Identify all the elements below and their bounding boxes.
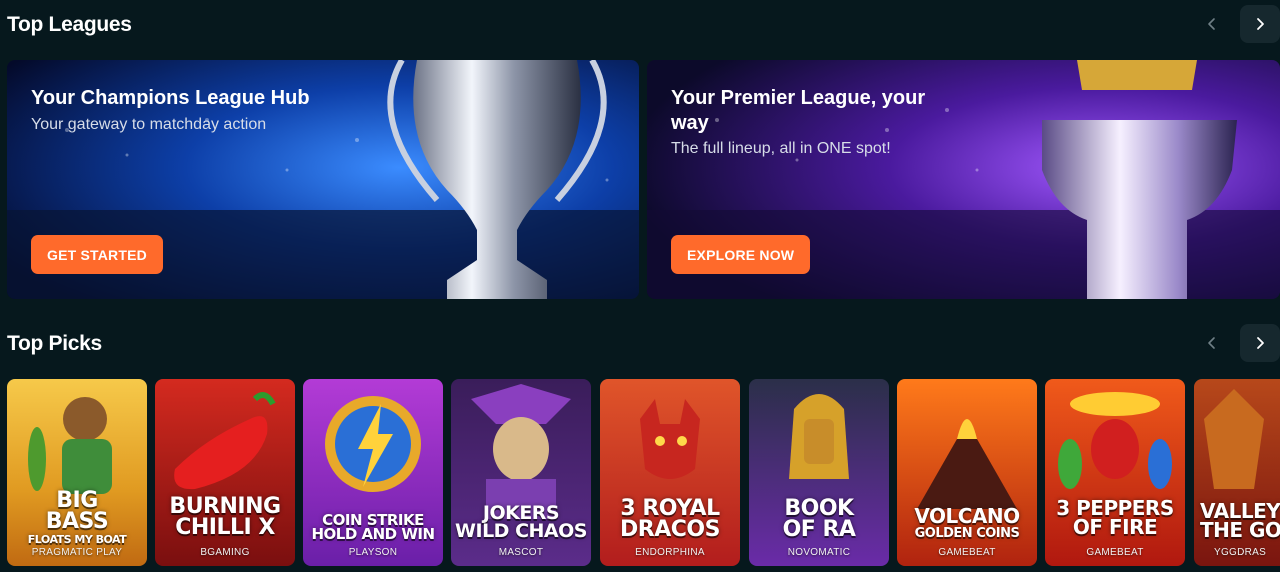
game-title: VALLEY THE GO — [1200, 499, 1280, 542]
premier-league-banner[interactable]: Your Premier League, your way The full l… — [647, 60, 1280, 299]
get-started-button[interactable]: GET STARTED — [31, 235, 163, 274]
top-leagues-title: Top Leagues — [7, 13, 132, 36]
game-tile-big-bass[interactable]: BIG BASS FLOATS MY BOAT PRAGMATIC PLAY — [7, 379, 147, 566]
game-title: COIN STRIKE HOLD AND WIN — [311, 511, 435, 544]
game-provider: PRAGMATIC PLAY — [31, 547, 123, 558]
game-tile-book-of-ra[interactable]: BOOK OF RA NOVOMATIC — [749, 379, 889, 566]
game-provider: ENDORPHINA — [635, 547, 705, 558]
top-picks-header: Top Picks — [0, 324, 1280, 364]
game-title: 3 ROYAL DRACOS — [620, 496, 720, 542]
game-provider: BGAMING — [200, 547, 250, 558]
picks-prev-button[interactable] — [1192, 324, 1232, 362]
game-provider: NOVOMATIC — [787, 547, 851, 558]
game-tile-volcano-golden-coins[interactable]: VOLCANO GOLDEN COINS GAMEBEAT — [897, 379, 1037, 566]
top-picks-title: Top Picks — [7, 332, 102, 355]
game-title: BIG BASS FLOATS MY BOAT — [27, 488, 127, 546]
game-tile-burning-chilli-x[interactable]: BURNING CHILLI X BGAMING — [155, 379, 295, 566]
chevron-right-icon — [1257, 337, 1264, 349]
chevron-right-icon — [1257, 18, 1264, 30]
game-tile-jokers-wild-chaos[interactable]: JOKERS WILD CHAOS MASCOT — [451, 379, 591, 566]
banner-subtitle: The full lineup, all in ONE spot! — [671, 140, 891, 157]
game-title: VOLCANO GOLDEN COINS — [914, 504, 1020, 541]
game-tile-valley-of-the-gods[interactable]: VALLEY THE GO YGGDRAS — [1194, 379, 1280, 566]
game-provider: YGGDRAS — [1214, 547, 1267, 558]
game-title: BURNING CHILLI X — [169, 494, 281, 540]
game-tile-3-peppers-of-fire[interactable]: 3 PEPPERS OF FIRE GAMEBEAT — [1045, 379, 1185, 566]
game-provider: GAMEBEAT — [938, 547, 996, 558]
game-tile-3-royal-dracos[interactable]: 3 ROYAL DRACOS ENDORPHINA — [600, 379, 740, 566]
game-provider: MASCOT — [498, 547, 544, 558]
game-tile-coin-strike[interactable]: COIN STRIKE HOLD AND WIN PLAYSON — [303, 379, 443, 566]
champions-league-banner[interactable]: Your Champions League Hub Your gateway t… — [7, 60, 639, 299]
game-provider: GAMEBEAT — [1086, 547, 1144, 558]
banner-title: Your Premier League, your way — [671, 87, 926, 134]
picks-next-button[interactable] — [1240, 324, 1280, 362]
top-leagues-header: Top Leagues — [0, 5, 1280, 45]
leagues-prev-button[interactable] — [1192, 5, 1232, 43]
banner-subtitle: Your gateway to matchday action — [31, 116, 267, 133]
chevron-left-icon — [1208, 337, 1215, 349]
leagues-next-button[interactable] — [1240, 5, 1280, 43]
game-title: 3 PEPPERS OF FIRE — [1056, 496, 1174, 539]
game-title: BOOK OF RA — [782, 496, 856, 542]
game-title: JOKERS WILD CHAOS — [455, 502, 587, 543]
banner-title: Your Champions League Hub — [31, 87, 310, 109]
chevron-left-icon — [1208, 18, 1215, 30]
explore-now-button[interactable]: EXPLORE NOW — [671, 235, 811, 274]
game-provider: PLAYSON — [348, 547, 398, 558]
